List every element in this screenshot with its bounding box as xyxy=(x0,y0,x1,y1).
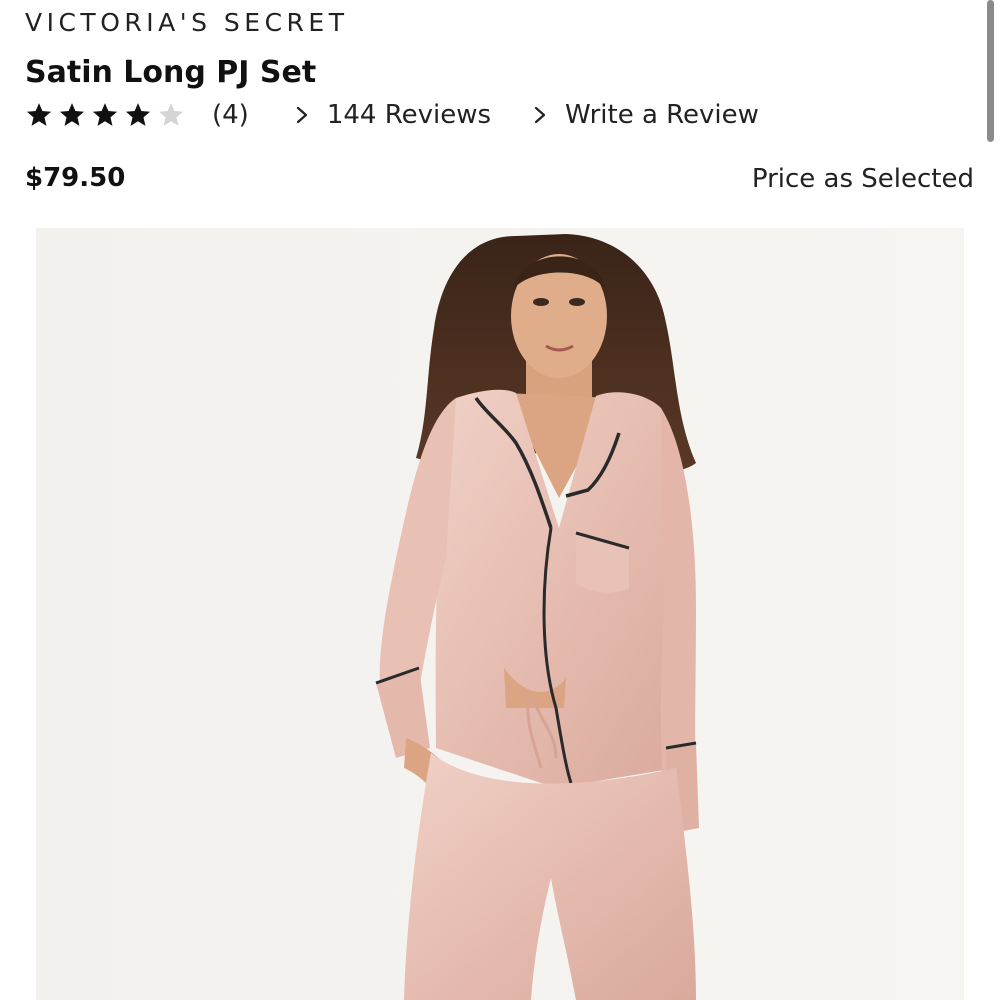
chevron-right-icon xyxy=(296,106,307,124)
scrollbar[interactable] xyxy=(987,0,994,142)
star-rating[interactable] xyxy=(25,101,190,129)
price-note: Price as Selected xyxy=(751,164,974,194)
star-filled-icon xyxy=(125,103,151,126)
write-review-label: Write a Review xyxy=(565,100,759,130)
rating-row: (4) 144 Reviews Write a Review xyxy=(25,96,759,134)
star-filled-icon xyxy=(26,103,52,126)
star-filled-icon xyxy=(59,103,85,126)
brand-logo[interactable]: VICTORIA'S SECRET xyxy=(25,8,348,37)
product-price: $79.50 xyxy=(25,163,126,193)
star-empty-icon xyxy=(158,103,184,126)
model-illustration xyxy=(36,228,964,1000)
product-title: Satin Long PJ Set xyxy=(25,55,317,90)
reviews-link-label: 144 Reviews xyxy=(326,100,492,130)
write-review-link[interactable]: Write a Review xyxy=(533,100,759,130)
reviews-link[interactable]: 144 Reviews xyxy=(295,100,491,130)
star-filled-icon xyxy=(92,103,118,126)
chevron-right-icon xyxy=(534,106,546,124)
product-image[interactable] xyxy=(36,228,964,1000)
product-page: VICTORIA'S SECRET Satin Long PJ Set (4) … xyxy=(0,0,1000,1000)
rating-count: (4) xyxy=(212,100,249,130)
